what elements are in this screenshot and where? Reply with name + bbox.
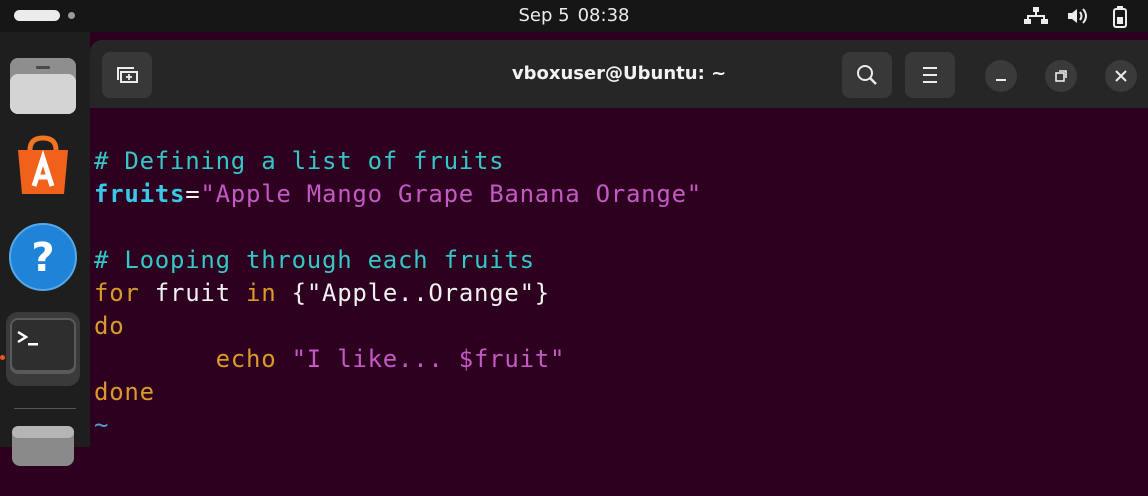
terminal-window: vboxuser@Ubuntu: ~ # Defining a list of …: [90, 40, 1148, 447]
string-value: "Apple Mango Grape Banana Orange": [200, 180, 702, 208]
keyword-done: done: [94, 378, 155, 406]
restore-icon: [1055, 70, 1067, 82]
code-line-6: do: [94, 310, 124, 343]
echo-string: "I like... $fruit": [291, 345, 566, 373]
help-icon[interactable]: ?: [6, 220, 80, 294]
svg-text:?: ?: [31, 235, 54, 281]
restore-button[interactable]: [1045, 60, 1077, 92]
keyword-in: in: [246, 279, 277, 307]
files-icon[interactable]: [6, 44, 80, 118]
code-line-4: # Looping through each fruits: [94, 244, 535, 277]
close-button[interactable]: [1105, 60, 1137, 92]
search-button[interactable]: [842, 52, 892, 98]
comment: # Defining a list of fruits: [94, 147, 505, 175]
keyword-do: do: [94, 312, 125, 340]
code-line-5: for fruit in {"Apple..Orange"}: [94, 277, 550, 310]
code-line-2: fruits="Apple Mango Grape Banana Orange": [94, 178, 702, 211]
close-icon: [1115, 70, 1127, 82]
clock[interactable]: Sep 5 08:38: [0, 0, 1148, 32]
menu-icon: [923, 67, 937, 83]
search-icon: [857, 65, 877, 85]
variable-name: fruits: [94, 180, 186, 208]
loop-variable: fruit: [139, 279, 247, 307]
minimize-button[interactable]: [985, 60, 1017, 92]
code-line-7: echo "I like... $fruit": [94, 343, 565, 376]
keyword-echo: echo: [215, 345, 277, 373]
code-line-9: ~: [94, 409, 109, 442]
brace-expression: {"Apple..Orange"}: [276, 279, 551, 307]
network-icon[interactable]: [1024, 6, 1048, 26]
comment: # Looping through each fruits: [94, 246, 535, 274]
terminal-content[interactable]: # Defining a list of fruits fruits="Appl…: [90, 108, 1148, 447]
disk-icon[interactable]: [6, 418, 80, 492]
clock-date: Sep 5: [518, 5, 570, 26]
app-center-icon[interactable]: [6, 128, 80, 202]
title-bar[interactable]: vboxuser@Ubuntu: ~: [90, 40, 1148, 108]
code-line-1: # Defining a list of fruits: [94, 145, 504, 178]
dock: ?: [0, 32, 90, 466]
clock-time: 08:38: [577, 5, 630, 26]
terminal-icon[interactable]: [6, 312, 80, 386]
top-bar: Sep 5 08:38: [0, 0, 1148, 32]
running-indicator: [0, 355, 5, 360]
minimize-icon: [996, 79, 1006, 81]
equals-sign: =: [185, 180, 201, 208]
battery-icon[interactable]: [1112, 6, 1128, 28]
dock-separator: [14, 408, 76, 409]
empty-line-tilde: ~: [94, 411, 110, 439]
volume-icon[interactable]: [1066, 6, 1090, 26]
code-line-8: done: [94, 376, 155, 409]
keyword-for: for: [94, 279, 140, 307]
menu-button[interactable]: [905, 52, 955, 98]
